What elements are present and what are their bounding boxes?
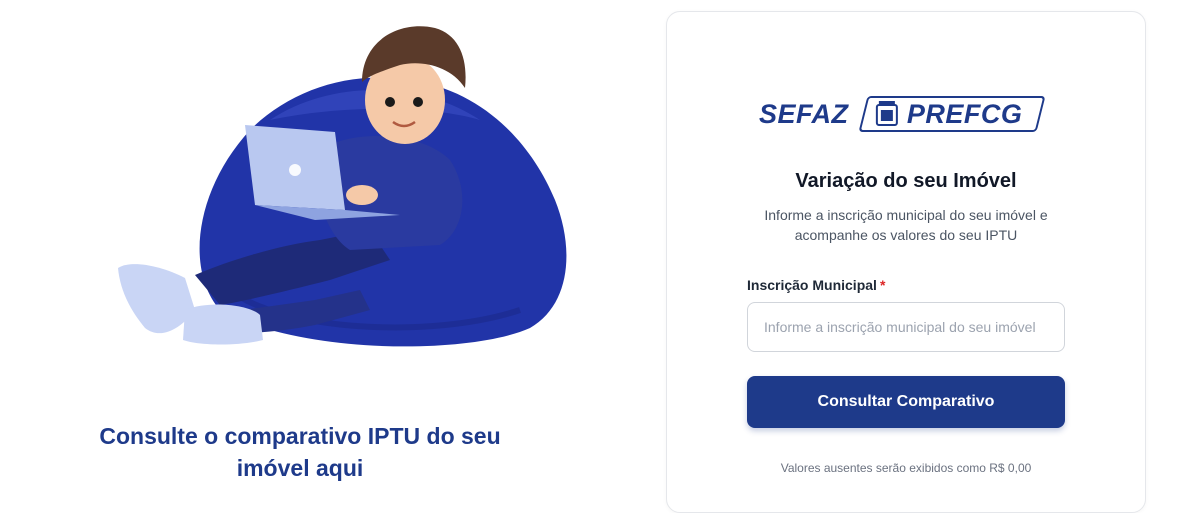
- logos: SEFAZ PREFCG: [759, 92, 1059, 136]
- subtitle-line-2: acompanhe os valores do seu IPTU: [794, 227, 1018, 243]
- card-subtitle: Informe a inscrição municipal do seu imó…: [727, 205, 1085, 245]
- card-title: Variação do seu Imóvel: [795, 170, 1017, 192]
- consult-card: SEFAZ PREFCG Variação do seu Imóvel Info…: [666, 11, 1146, 513]
- person-on-beanbag-illustration: [118, 26, 567, 347]
- consultar-comparativo-button[interactable]: Consultar Comparativo: [747, 376, 1065, 428]
- inscricao-input[interactable]: [747, 302, 1065, 352]
- missing-values-note: Valores ausentes serão exibidos como R$ …: [780, 461, 1032, 475]
- hero-tagline: Consulte o comparativo IPTU do seu imóve…: [60, 420, 540, 484]
- inscricao-label-text: Inscrição Municipal: [747, 277, 877, 293]
- hero-section: Consulte o comparativo IPTU do seu imóve…: [0, 0, 620, 490]
- inscricao-label: Inscrição Municipal *: [747, 277, 885, 293]
- city-crest-icon: [875, 100, 898, 125]
- tagline-line-1: Consulte o comparativo IPTU do seu: [99, 423, 501, 449]
- prefcg-logo: PREFCG: [858, 96, 1046, 132]
- sefaz-logo: SEFAZ: [759, 98, 849, 129]
- tagline-line-2: imóvel aqui: [236, 455, 364, 481]
- prefcg-logo-text: PREFCG: [906, 98, 1023, 129]
- subtitle-line-1: Informe a inscrição municipal do seu imó…: [764, 207, 1048, 223]
- required-mark: *: [879, 277, 886, 293]
